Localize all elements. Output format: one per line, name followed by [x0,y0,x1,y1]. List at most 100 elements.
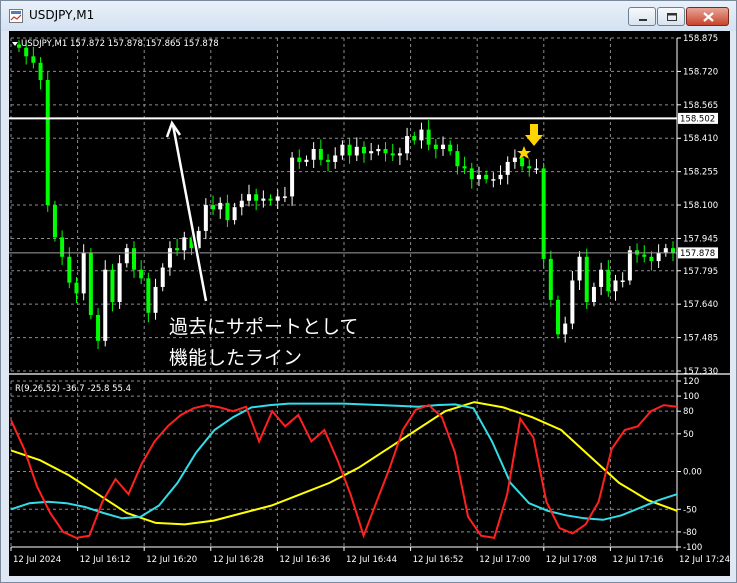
candle-body [146,278,151,313]
candle-body [218,202,223,210]
candle-body [606,269,611,292]
candle-body [620,280,625,282]
candle-body [232,207,237,221]
candle-body [455,151,460,167]
minimize-icon [639,19,647,21]
close-icon [703,12,714,22]
candle-body [527,166,532,169]
candle-body [74,282,79,294]
candle-body [462,166,467,169]
candle-body [642,254,647,257]
candle-body [347,144,352,156]
candle-body [45,80,50,206]
restore-button[interactable] [657,7,685,26]
chart-area[interactable]: 158.502 157.878 158.875 158.720 158.565 158… [9,31,730,576]
candle-body [498,174,503,180]
price-tick-label: 158.410 [683,134,718,144]
candle-body [67,256,72,283]
candle-body [570,280,575,324]
candle-body [88,252,93,315]
candle-body [160,267,165,287]
candle-body [484,174,489,180]
candle-body [441,144,446,149]
down-arrow-signal-icon [525,124,543,146]
price-tick-label: 158.255 [683,168,718,178]
candle-body [290,157,295,197]
candle-body [548,258,553,300]
star-marker-icon [517,146,531,159]
annotation-text-line-2[interactable]: 機能したライン [169,347,302,369]
candle-body [131,248,136,270]
candle-body [167,248,172,268]
candle-body [541,168,546,259]
candle-body [649,256,654,262]
candle-body [627,250,632,281]
time-tick-label: 12 Jul 17:08 [546,555,597,565]
candle-body [426,129,431,145]
osc-tick-label: 80 [683,407,694,417]
candle-body [354,146,359,156]
price-tick-label: 157.485 [683,334,718,344]
candle-body [211,205,216,210]
oscillator-axis-labels: 120 100 80 50 0.00 -50 -80 -100 [677,377,702,553]
candle-body [448,144,453,152]
price-chart[interactable]: 158.502 157.878 158.875158.720158.565158… [9,31,730,576]
candle-body [577,256,582,281]
candle-body [584,256,589,303]
candle-body [361,146,366,154]
chart-info-line: USDJPY,M1 157.872 157.878 157.865 157.87… [21,39,219,49]
candle-body [52,205,57,238]
candle-body [469,168,474,180]
indicator-label: R(9,26,52) -36.7 -25.8 55.4 [15,384,131,394]
candle-body [96,314,101,341]
candle-body [182,237,187,251]
osc-tick-label: -50 [683,505,697,515]
osc-tick-label: 50 [683,430,694,440]
candle-body [591,286,596,303]
candle-body [268,198,273,201]
restore-icon [667,13,677,21]
current-price-label: 157.878 [680,249,715,259]
candle-body [433,144,438,149]
candle-body [376,149,381,152]
price-tick-label: 158.720 [683,67,718,77]
time-tick-label: 12 Jul 16:20 [146,555,197,565]
candle-body [599,269,604,287]
candle-body [239,200,244,208]
time-tick-label: 12 Jul 2024 [13,555,61,565]
candle-body [333,155,338,162]
candle-body [246,194,251,201]
close-button[interactable] [686,7,729,26]
time-tick-label: 12 Jul 16:36 [279,555,330,565]
price-axis-labels: 158.875 158.720 158.565 158.410 158.255 158.1… [677,34,718,377]
candle-body [613,280,618,292]
time-tick-label: 12 Jul 16:12 [80,555,131,565]
candle-body [110,269,115,303]
candle-body [412,136,417,141]
candle-body [103,269,108,341]
candle-body [311,149,316,160]
annotation-arrow-line[interactable] [171,124,208,302]
candle-body [124,248,129,264]
time-tick-label: 12 Jul 17:24 [679,555,730,565]
title-bar[interactable]: USDJPY,M1 [1,1,736,31]
candle-body [663,248,668,253]
price-tick-label: 158.565 [683,101,718,111]
candle-body [282,196,287,198]
osc-tick-label: 0.00 [683,468,702,478]
candle-body [476,174,481,180]
candle-body [297,157,302,162]
time-tick-label: 12 Jul 17:16 [612,555,663,565]
candle-body [117,263,122,303]
minimize-button[interactable] [628,7,656,26]
candle-body [38,62,43,81]
candle-body [340,144,345,156]
candle-body [383,149,388,154]
price-tick-label: 157.945 [683,234,718,244]
candle-body [304,159,309,162]
candle-body [261,198,266,201]
candle-body [556,299,561,335]
candle-body [512,157,517,162]
annotation-text-line-1[interactable]: 過去にサポートとして [169,316,358,338]
osc-tick-label: -100 [683,543,702,553]
